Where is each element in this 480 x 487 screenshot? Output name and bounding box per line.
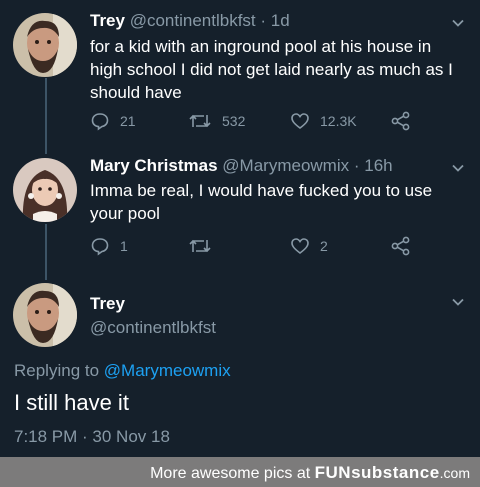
avatar[interactable] bbox=[13, 283, 77, 347]
retweet-icon bbox=[189, 114, 211, 128]
avatar[interactable] bbox=[13, 13, 77, 77]
tweet-text: for a kid with an inground pool at his h… bbox=[90, 37, 453, 102]
watermark-brand-substance: substance bbox=[351, 463, 440, 482]
tweet-text: Imma be real, I would have fucked you to… bbox=[90, 181, 433, 223]
display-name[interactable]: Trey bbox=[90, 11, 125, 30]
share-icon bbox=[391, 111, 410, 131]
replying-to: Replying to @Marymeowmix bbox=[14, 361, 231, 381]
avatar-photo-icon bbox=[13, 283, 77, 347]
share-button[interactable] bbox=[390, 109, 412, 133]
chevron-down-icon[interactable] bbox=[450, 15, 466, 31]
like-button[interactable]: 12.3K bbox=[290, 109, 357, 133]
user-handle[interactable]: @continentlbkfst bbox=[130, 11, 256, 30]
avatar[interactable] bbox=[13, 158, 77, 222]
reply-icon bbox=[91, 113, 109, 131]
like-button[interactable]: 2 bbox=[290, 234, 328, 258]
user-handle[interactable]: @continentlbkfst bbox=[90, 318, 216, 338]
watermark-brand-fun: FUN bbox=[314, 463, 352, 482]
share-button[interactable] bbox=[390, 234, 412, 258]
tweet-header: Mary Christmas @Marymeowmix · 16h bbox=[90, 156, 393, 176]
tweet-actions: 1 2 bbox=[90, 234, 430, 258]
mention-link[interactable]: @Marymeowmix bbox=[104, 361, 231, 380]
retweet-button[interactable]: 532 bbox=[188, 109, 245, 133]
retweet-icon bbox=[189, 239, 211, 253]
retweet-button[interactable] bbox=[188, 234, 222, 258]
reply-count: 21 bbox=[120, 113, 136, 129]
tweet-text: I still have it bbox=[14, 390, 129, 415]
retweet-count: 532 bbox=[222, 113, 246, 129]
share-icon bbox=[391, 236, 410, 256]
watermark-suffix: .com bbox=[439, 465, 470, 481]
separator: · bbox=[353, 156, 360, 175]
watermark-bar: More awesome pics at FUNsubstance.com bbox=[0, 457, 480, 487]
reply-icon bbox=[91, 238, 109, 256]
avatar-photo-icon bbox=[13, 158, 77, 222]
user-handle[interactable]: @Marymeowmix bbox=[222, 156, 349, 175]
reply-button[interactable]: 21 bbox=[90, 109, 136, 133]
tweet-1[interactable]: Trey @continentlbkfst · 1d for a kid wit… bbox=[0, 0, 480, 150]
replying-prefix: Replying to bbox=[14, 361, 100, 380]
display-name[interactable]: Trey bbox=[90, 294, 125, 314]
reply-count: 1 bbox=[120, 238, 128, 254]
tweet-timestamp[interactable]: 7:18 PM · 30 Nov 18 bbox=[14, 427, 170, 447]
tweet-time[interactable]: 16h bbox=[364, 156, 392, 175]
chevron-down-icon[interactable] bbox=[450, 294, 466, 310]
chevron-down-icon[interactable] bbox=[450, 160, 466, 176]
heart-icon bbox=[291, 238, 309, 255]
watermark-prefix: More awesome pics at bbox=[150, 465, 311, 482]
tweet-2[interactable]: Mary Christmas @Marymeowmix · 16h Imma b… bbox=[0, 150, 480, 280]
tweet-actions: 21 532 12.3K bbox=[90, 109, 430, 133]
separator: · bbox=[260, 11, 267, 30]
like-count: 12.3K bbox=[320, 113, 357, 129]
reply-button[interactable]: 1 bbox=[90, 234, 128, 258]
like-count: 2 bbox=[320, 238, 328, 254]
avatar-photo-icon bbox=[13, 13, 77, 77]
display-name[interactable]: Mary Christmas bbox=[90, 156, 218, 175]
tweet-header: Trey @continentlbkfst · 1d bbox=[90, 11, 290, 31]
heart-icon bbox=[291, 113, 309, 130]
tweet-time[interactable]: 1d bbox=[271, 11, 290, 30]
watermark-text: More awesome pics at FUNsubstance.com bbox=[150, 463, 470, 483]
